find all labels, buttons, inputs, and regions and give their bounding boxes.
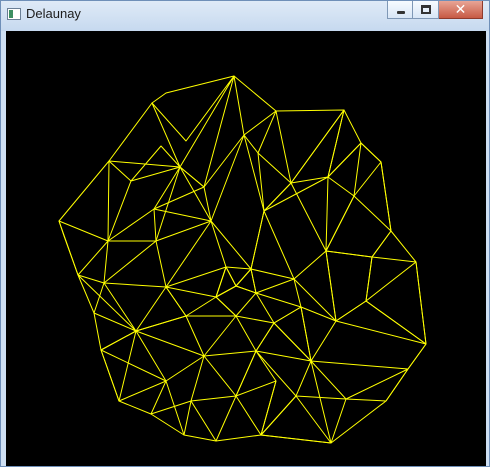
close-icon: ✕	[454, 2, 467, 18]
mesh-edge	[235, 268, 257, 294]
mesh-edge	[235, 350, 277, 436]
mesh-edge	[210, 210, 265, 287]
mesh-edge	[255, 350, 297, 436]
mesh-edge	[153, 166, 212, 222]
mesh-edge	[290, 109, 345, 184]
minimize-icon	[397, 11, 405, 14]
mesh-edge	[257, 152, 292, 212]
mesh-edge	[273, 306, 312, 362]
mesh-edge	[165, 266, 337, 324]
mesh-edge	[203, 109, 345, 188]
mesh-edge	[215, 266, 237, 298]
maximize-button[interactable]	[413, 1, 439, 19]
window-controls: ✕	[387, 1, 483, 21]
mesh-edge	[100, 282, 237, 357]
title-bar[interactable]: Delaunay ✕	[1, 1, 489, 31]
mesh-edge	[290, 161, 392, 258]
mesh-edge	[295, 360, 409, 444]
mesh-edge	[325, 250, 373, 322]
app-window: Delaunay ✕	[0, 0, 490, 467]
delaunay-mesh	[58, 75, 427, 444]
mesh-edge	[179, 75, 277, 188]
maximize-icon	[421, 5, 431, 14]
mesh-edge	[107, 166, 205, 242]
minimize-button[interactable]	[387, 1, 413, 19]
mesh-edge	[255, 300, 427, 370]
mesh-edge	[325, 250, 427, 345]
close-button[interactable]: ✕	[439, 1, 483, 19]
drawing-canvas	[6, 31, 486, 466]
mesh-edge	[327, 109, 417, 263]
window-title: Delaunay	[26, 6, 81, 21]
mesh-edge	[100, 349, 192, 436]
triangulation-edges	[58, 75, 427, 444]
mesh-edge	[260, 395, 332, 444]
mesh-edge	[108, 75, 235, 168]
mesh-edge	[130, 166, 212, 242]
app-icon	[7, 8, 21, 20]
